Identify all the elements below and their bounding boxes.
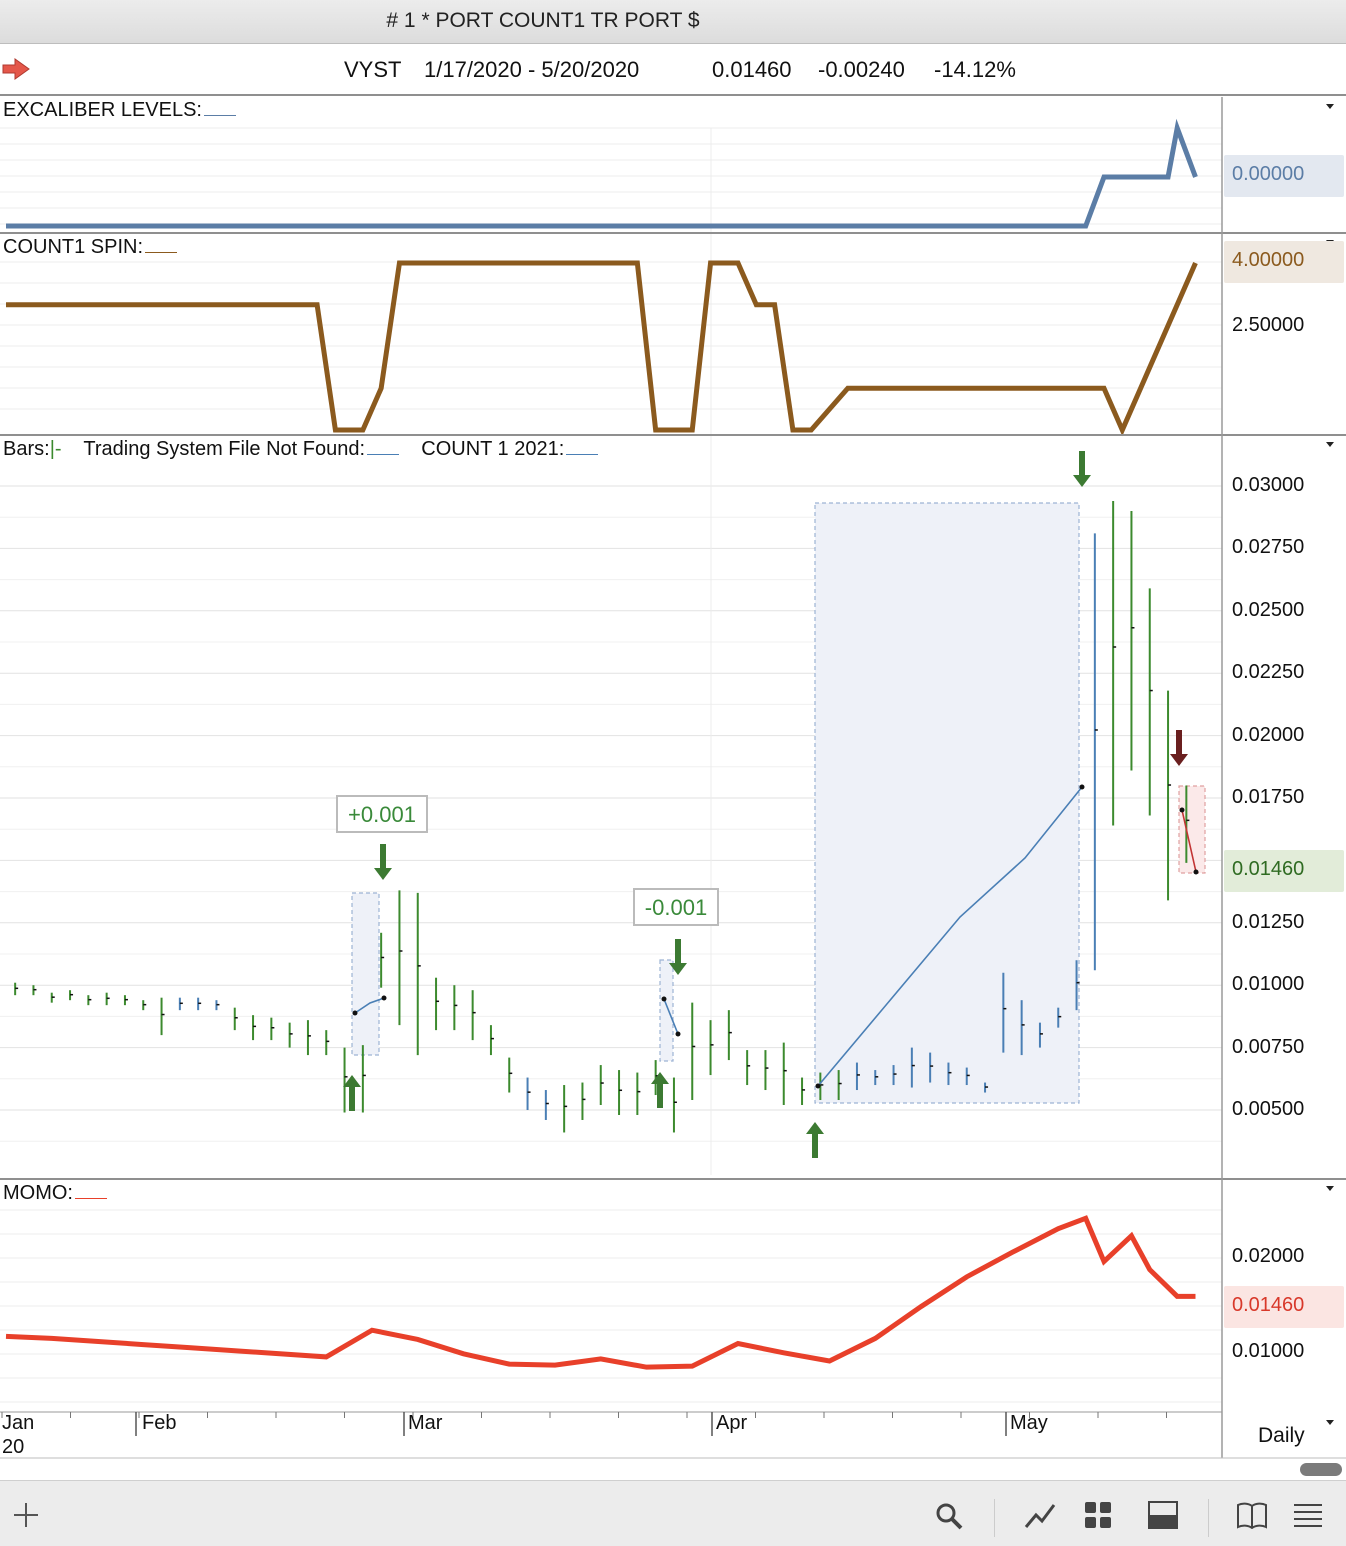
price-tick-label: 0.03000 bbox=[1232, 474, 1305, 496]
horizontal-scrollbar[interactable] bbox=[1300, 1463, 1342, 1476]
period-selector[interactable]: Daily bbox=[1258, 1424, 1305, 1448]
momo-value-box: 0.01460 bbox=[1224, 1286, 1344, 1328]
trade-selection-box[interactable] bbox=[351, 892, 380, 1056]
x-label-feb: Feb bbox=[142, 1412, 177, 1434]
price-last-box: 0.01460 bbox=[1224, 850, 1344, 892]
price-tick-label: 0.00750 bbox=[1232, 1035, 1305, 1058]
trade-point bbox=[352, 1010, 358, 1016]
buy-arrow-icon bbox=[651, 1072, 669, 1108]
price-tick-label: 0.01000 bbox=[1232, 973, 1305, 996]
x-label-apr: Apr bbox=[716, 1412, 748, 1434]
sell-arrow-icon bbox=[1073, 451, 1091, 487]
tsf-label: Trading System File Not Found: bbox=[83, 438, 366, 460]
momo-line bbox=[5, 1215, 1196, 1370]
price-tick-label: 0.00500 bbox=[1232, 1098, 1305, 1120]
buy-arrow-icon bbox=[806, 1122, 824, 1158]
price-tick-label: 0.02000 bbox=[1232, 723, 1305, 746]
book-icon[interactable] bbox=[1236, 1501, 1268, 1529]
panel-menu-icon[interactable] bbox=[1326, 1186, 1334, 1191]
trade-point bbox=[1193, 869, 1199, 875]
count-label: COUNT 1 2021: bbox=[421, 438, 565, 460]
trade-result-label: -0.001 bbox=[633, 888, 719, 926]
momo-tick-label: 0.01000 bbox=[1232, 1340, 1305, 1362]
x-label-mar: Mar bbox=[408, 1412, 443, 1434]
menu-icon[interactable] bbox=[1292, 1501, 1324, 1527]
search-icon[interactable] bbox=[934, 1501, 964, 1531]
trade-point bbox=[675, 1031, 681, 1037]
trade-point bbox=[1079, 784, 1085, 790]
add-icon[interactable] bbox=[12, 1501, 40, 1529]
excaliber-label[interactable]: EXCALIBER LEVELS: bbox=[3, 99, 236, 122]
price-tick-label: 0.02250 bbox=[1232, 661, 1305, 684]
trade-point bbox=[381, 995, 387, 1001]
grid-icon[interactable] bbox=[1084, 1501, 1112, 1529]
toolbar-divider bbox=[994, 1499, 995, 1537]
trade-selection-box[interactable] bbox=[1178, 785, 1206, 874]
excaliber-line bbox=[6, 118, 1198, 229]
bars-marker: |- bbox=[49, 438, 62, 460]
price-tick-label: 0.01250 bbox=[1232, 910, 1305, 933]
price-tick-label: 0.02500 bbox=[1232, 598, 1305, 621]
x-label-may: May bbox=[1010, 1412, 1048, 1434]
bars-label: Bars: bbox=[3, 438, 50, 460]
spin-label[interactable]: COUNT1 SPIN: bbox=[3, 236, 178, 259]
price-tick-label: 0.02750 bbox=[1232, 536, 1305, 559]
momo-label[interactable]: MOMO: bbox=[3, 1182, 107, 1205]
trade-point bbox=[815, 1083, 821, 1089]
momo-tick-label: 0.02000 bbox=[1232, 1245, 1305, 1267]
line-chart-icon[interactable] bbox=[1024, 1501, 1056, 1531]
sell-arrow-icon bbox=[374, 844, 392, 880]
trade-selection-box[interactable] bbox=[814, 502, 1080, 1104]
bottom-toolbar bbox=[0, 1480, 1346, 1546]
trade-selection-box[interactable] bbox=[659, 959, 674, 1062]
panel-icon[interactable] bbox=[1148, 1501, 1178, 1529]
trade-point bbox=[661, 996, 667, 1002]
panel-menu-icon[interactable] bbox=[1326, 442, 1334, 447]
buy-arrow-icon bbox=[343, 1075, 361, 1111]
period-dropdown-icon[interactable] bbox=[1326, 1420, 1334, 1425]
toolbar-divider bbox=[1208, 1499, 1209, 1537]
x-label-jan: Jan bbox=[2, 1412, 35, 1434]
excaliber-value-box: 0.00000 bbox=[1224, 155, 1344, 197]
price-tick-label: 0.01750 bbox=[1232, 786, 1305, 808]
panel-menu-icon[interactable] bbox=[1326, 104, 1334, 109]
spin-tick-label: 2.50000 bbox=[1232, 314, 1305, 336]
x-label-year: 20 bbox=[2, 1436, 25, 1458]
trade-result-label: +0.001 bbox=[336, 795, 428, 833]
chart-canvas[interactable] bbox=[0, 0, 1346, 1480]
trade-point bbox=[1179, 807, 1185, 813]
price-panel-label[interactable]: Bars:|- Trading System File Not Found: C… bbox=[3, 438, 599, 461]
spin-value-box: 4.00000 bbox=[1224, 241, 1344, 283]
